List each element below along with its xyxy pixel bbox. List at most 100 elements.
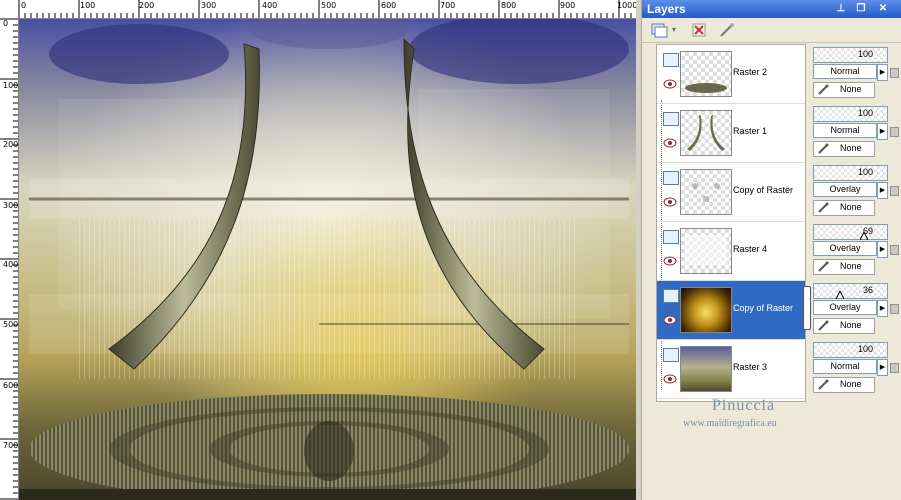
close-icon[interactable]: ✕ xyxy=(876,2,890,15)
blend-mode-select[interactable]: Overlay xyxy=(813,182,877,197)
blend-arrow-icon[interactable]: ▶ xyxy=(877,64,888,81)
layer-row-raster-3[interactable]: Raster 3 xyxy=(657,340,805,399)
opacity-value: 36 xyxy=(862,285,873,295)
opacity-slider[interactable]: 69 xyxy=(813,224,888,240)
slider-thumb-icon[interactable] xyxy=(836,291,844,299)
layer-props-1: 100 Normal ▶ None xyxy=(812,103,900,159)
lock-icon[interactable] xyxy=(890,186,899,196)
layer-thumbnail xyxy=(680,110,732,156)
opacity-value: 100 xyxy=(857,344,873,354)
ruler-top-label: 500 xyxy=(321,1,337,10)
restore-icon[interactable]: ❐ xyxy=(854,2,868,15)
eye-icon[interactable] xyxy=(663,374,677,384)
layer-thumbnail xyxy=(680,287,732,333)
opacity-slider[interactable]: 100 xyxy=(813,342,888,358)
new-layer-icon[interactable] xyxy=(650,21,668,39)
layer-visibility-toggle[interactable] xyxy=(663,112,679,126)
lock-icon[interactable] xyxy=(890,245,899,255)
ruler-left-label: 600 xyxy=(3,381,19,390)
blend-arrow-icon[interactable]: ▶ xyxy=(877,123,888,140)
palette-title-bar[interactable]: Layers ⊥ ❐ ✕ xyxy=(642,0,901,18)
pin-icon[interactable]: ⊥ xyxy=(834,2,848,15)
ruler-top-label: 700 xyxy=(440,1,456,10)
opacity-slider[interactable]: 100 xyxy=(813,106,888,122)
layer-props-4: 36 Overlay ▶ None xyxy=(812,280,900,336)
opacity-slider[interactable]: 36 xyxy=(813,283,888,299)
link-icon xyxy=(818,379,829,390)
mask-field[interactable]: None xyxy=(813,200,875,216)
eye-icon[interactable] xyxy=(663,197,677,207)
layer-thumbnail xyxy=(680,228,732,274)
opacity-slider[interactable]: 100 xyxy=(813,165,888,181)
ruler-top-label: 0 xyxy=(21,1,27,10)
image-canvas[interactable] xyxy=(19,19,636,500)
ruler-top-label: 600 xyxy=(381,1,397,10)
lock-icon[interactable] xyxy=(890,363,899,373)
layer-properties-icon[interactable] xyxy=(718,21,736,39)
mask-field[interactable]: None xyxy=(813,318,875,334)
ruler-left-label: 400 xyxy=(3,260,19,269)
layer-props-0: 100 Normal ▶ None xyxy=(812,44,900,100)
layer-thumbnail xyxy=(680,169,732,215)
blend-mode-select[interactable]: Normal xyxy=(813,123,877,138)
blend-arrow-icon[interactable]: ▶ xyxy=(877,182,888,199)
mask-value: None xyxy=(840,320,862,330)
layer-visibility-toggle[interactable] xyxy=(663,53,679,67)
blend-mode-select[interactable]: Normal xyxy=(813,359,877,374)
palette-toolbar: ▾ xyxy=(642,18,901,43)
eye-icon[interactable] xyxy=(663,256,677,266)
link-icon xyxy=(818,84,829,95)
blend-mode-select[interactable]: Normal xyxy=(813,64,877,79)
ruler-left: 0 100 200 300 400 500 600 700 xyxy=(0,18,19,500)
eye-icon[interactable] xyxy=(663,79,677,89)
watermark-url: www.maidiregrafica.eu xyxy=(683,418,777,429)
lock-icon[interactable] xyxy=(890,304,899,314)
layer-thumbnail xyxy=(680,51,732,97)
blend-arrow-icon[interactable]: ▶ xyxy=(877,241,888,258)
mask-field[interactable]: None xyxy=(813,141,875,157)
blend-arrow-icon[interactable]: ▶ xyxy=(877,300,888,317)
layer-row-copy-of-raster-selected[interactable]: Copy of Raster xyxy=(657,281,805,340)
layer-row-copy-of-raster[interactable]: Copy of Raster xyxy=(657,163,805,222)
link-icon xyxy=(818,320,829,331)
ruler-left-label: 700 xyxy=(3,441,19,450)
panel-splitter[interactable] xyxy=(803,286,811,330)
layer-visibility-toggle[interactable] xyxy=(663,171,679,185)
layer-row-raster-4[interactable]: Raster 4 xyxy=(657,222,805,281)
blend-mode-select[interactable]: Overlay xyxy=(813,300,877,315)
ruler-top-label: 800 xyxy=(501,1,517,10)
link-icon xyxy=(818,261,829,272)
palette-title: Layers xyxy=(647,2,686,16)
ruler-left-label: 300 xyxy=(3,201,19,210)
ruler-top-label: 200 xyxy=(139,1,155,10)
ruler-top-ticks xyxy=(18,0,632,18)
layer-visibility-toggle[interactable] xyxy=(663,348,679,362)
dropdown-arrow-icon[interactable]: ▾ xyxy=(672,21,690,39)
opacity-value: 100 xyxy=(857,49,873,59)
delete-layer-icon[interactable] xyxy=(690,21,708,39)
mask-field[interactable]: None xyxy=(813,259,875,275)
ruler-top-label: 300 xyxy=(201,1,217,10)
lock-icon[interactable] xyxy=(890,127,899,137)
eye-icon[interactable] xyxy=(663,138,677,148)
opacity-value: 69 xyxy=(862,226,873,236)
layer-visibility-toggle[interactable] xyxy=(663,289,679,303)
layer-row-raster-2[interactable]: Raster 2 xyxy=(657,45,805,104)
blend-arrow-icon[interactable]: ▶ xyxy=(877,359,888,376)
mask-value: None xyxy=(840,379,862,389)
eye-icon[interactable] xyxy=(663,315,677,325)
ruler-top: 0 100 200 300 400 500 600 700 800 900 10… xyxy=(0,0,636,19)
lock-icon[interactable] xyxy=(890,68,899,78)
blend-mode-select[interactable]: Overlay xyxy=(813,241,877,256)
ruler-top-label: 1000 xyxy=(617,1,636,10)
opacity-slider[interactable]: 100 xyxy=(813,47,888,63)
ruler-left-label: 100 xyxy=(3,81,19,90)
layer-visibility-toggle[interactable] xyxy=(663,230,679,244)
layer-name: Raster 2 xyxy=(733,67,768,77)
opacity-value: 100 xyxy=(857,167,873,177)
mask-field[interactable]: None xyxy=(813,377,875,393)
mask-field[interactable]: None xyxy=(813,82,875,98)
layer-props-2: 100 Overlay ▶ None xyxy=(812,162,900,218)
mask-value: None xyxy=(840,261,862,271)
layer-row-raster-1[interactable]: Raster 1 xyxy=(657,104,805,163)
